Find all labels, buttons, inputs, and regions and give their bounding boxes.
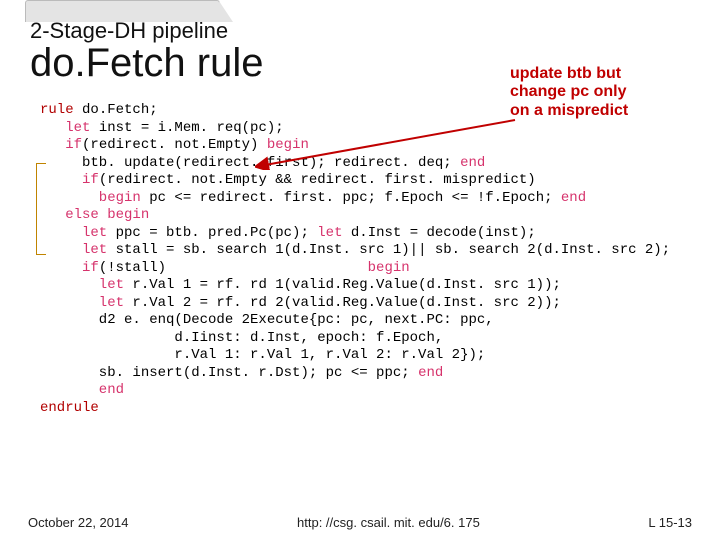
kw-let: let [40, 242, 107, 258]
kw-end: end [40, 382, 124, 398]
kw-if: if [40, 172, 99, 188]
kw-if: if [40, 260, 99, 276]
kw-end: end [561, 190, 586, 206]
kw-let: let [317, 225, 342, 241]
footer-date: October 22, 2014 [28, 515, 128, 530]
kw-else-begin: else begin [40, 207, 149, 223]
annotation: update btb but change pc only on a mispr… [510, 65, 680, 120]
kw-endrule: endrule [40, 400, 99, 416]
kw-end: end [418, 365, 443, 381]
annotation-line: update btb but [510, 65, 621, 82]
slide-tab [25, 0, 220, 22]
footer-slide-number: L 15-13 [648, 515, 692, 530]
kw-begin: begin [267, 137, 309, 153]
kw-begin: begin [368, 260, 410, 276]
footer-url: http: //csg. csail. mit. edu/6. 175 [297, 515, 480, 530]
code-bracket-icon [36, 163, 46, 255]
annotation-line: on a mispredict [510, 102, 628, 119]
kw-let: let [40, 120, 90, 136]
slide: 2-Stage-DH pipeline do.Fetch rule update… [0, 0, 720, 540]
kw-let: let [40, 277, 124, 293]
annotation-line: change pc only [510, 83, 626, 100]
kw-begin: begin [40, 190, 141, 206]
kw-let: let [40, 225, 107, 241]
kw-rule: rule [40, 102, 74, 118]
kw-end: end [460, 155, 485, 171]
kw-let: let [40, 295, 124, 311]
kw-if: if [40, 137, 82, 153]
code-block: rule do.Fetch; let inst = i.Mem. req(pc)… [40, 102, 690, 417]
footer: October 22, 2014 http: //csg. csail. mit… [0, 515, 720, 530]
